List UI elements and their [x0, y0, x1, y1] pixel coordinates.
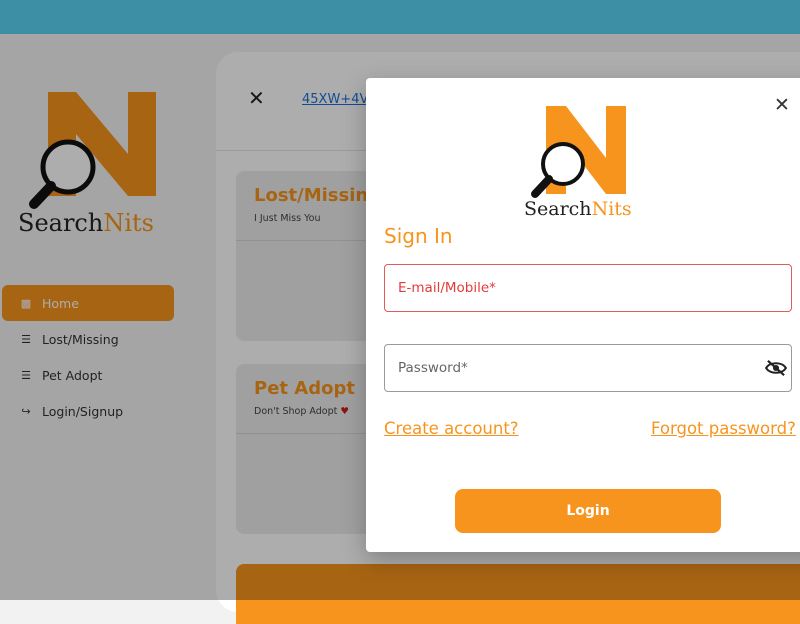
forgot-password-link[interactable]: Forgot password? [651, 419, 796, 438]
login-button[interactable]: Login [455, 489, 721, 533]
logo-word-nits: Nits [591, 198, 632, 220]
password-field-label: Password* [398, 360, 468, 376]
password-field[interactable]: Password* [384, 344, 792, 392]
email-field[interactable]: E-mail/Mobile* [384, 264, 792, 312]
sign-in-dialog: ✕ SearchNits Sign In E-mail/Mobile* Pass… [366, 78, 800, 552]
close-icon[interactable]: ✕ [774, 94, 790, 116]
magnifier-icon [531, 142, 585, 198]
dialog-title: Sign In [384, 224, 453, 248]
create-account-link[interactable]: Create account? [384, 419, 519, 438]
dialog-logo: SearchNits [524, 106, 644, 220]
logo-word-search: Search [524, 198, 592, 220]
logo-wordmark: SearchNits [524, 198, 632, 220]
email-field-label: E-mail/Mobile* [398, 280, 496, 296]
eye-slash-icon[interactable] [765, 359, 787, 377]
